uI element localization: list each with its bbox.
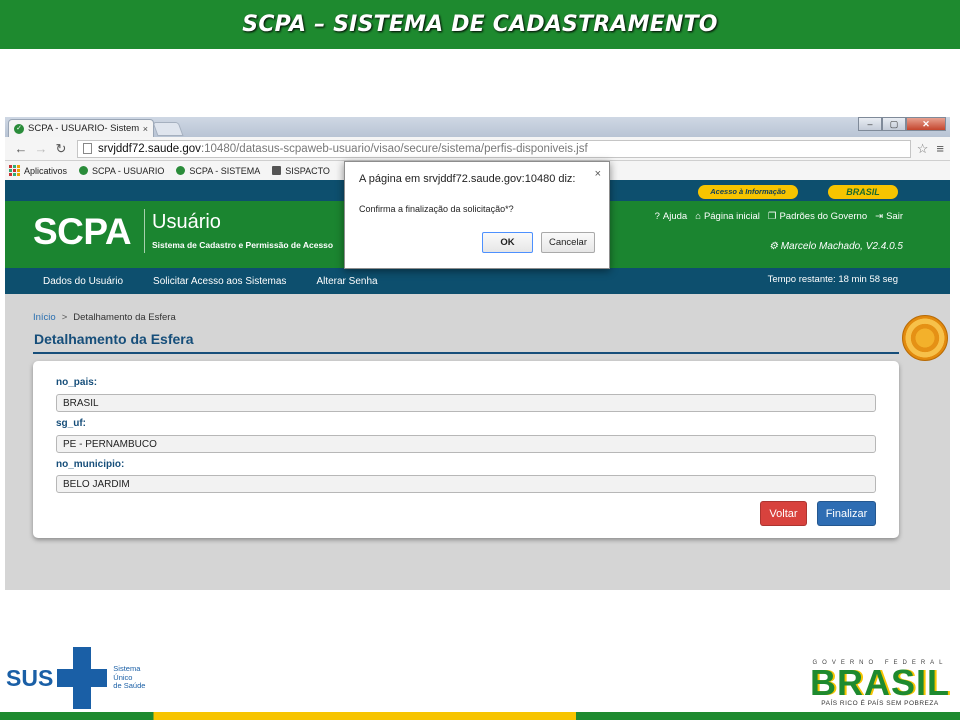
slide-banner: SCPA – SISTEMA DE CADASTRAMENTO: [0, 0, 960, 49]
confirm-dialog: A página em srvjddf72.saude.gov:10480 di…: [344, 161, 610, 269]
session-timer: Tempo restante: 18 min 58 seg: [767, 274, 898, 285]
logout-icon: ⇥: [875, 211, 884, 222]
sus-cross-icon: [57, 647, 108, 709]
governo-federal-logo: GOVERNO FEDERAL BRASIL PAÍS RICO É PAÍS …: [806, 660, 954, 707]
breadcrumb-current: Detalhamento da Esfera: [73, 312, 176, 323]
url-field[interactable]: srvjddf72.saude.gov :10480/datasus-scpaw…: [77, 139, 911, 158]
bookmark-star-icon[interactable]: ☆: [917, 141, 929, 157]
bookmark-favicon-icon: [176, 166, 186, 175]
gov-logo-brasil: BRASIL: [810, 662, 950, 703]
bookmark-sispacto[interactable]: SISPACTO: [272, 166, 330, 176]
nav-change-password[interactable]: Alterar Senha: [316, 276, 377, 287]
back-button[interactable]: Voltar: [760, 501, 807, 526]
municipio-field[interactable]: BELO JARDIM: [56, 475, 876, 493]
forward-arrow-icon[interactable]: →: [31, 141, 51, 156]
dialog-title: A página em srvjddf72.saude.gov:10480 di…: [359, 173, 576, 185]
maximize-icon[interactable]: ▢: [882, 117, 906, 131]
document-icon: ❐: [767, 211, 777, 222]
bookmark-label: Aplicativos: [24, 165, 68, 176]
reload-icon[interactable]: ↻: [51, 141, 71, 157]
gear-icon: ⚙: [768, 241, 781, 252]
standards-link-label: Padrões do Governo: [779, 211, 868, 222]
sus-logo: SUS Sistema Único de Saúde: [6, 647, 145, 709]
help-icon: ?: [654, 211, 660, 222]
field-label-uf: sg_uf:: [56, 418, 86, 429]
breadcrumb-separator: >: [61, 312, 68, 323]
header-links: ? Ajuda ⌂ Página inicial ❐ Padrões do Gover…: [655, 211, 903, 222]
dialog-message: Confirma a finalização da solicitação*?: [359, 204, 514, 214]
help-link-label: Ajuda: [662, 211, 688, 222]
logout-link-label: Sair: [886, 211, 903, 222]
slide-title: SCPA – SISTEMA DE CADASTRAMENTO: [242, 12, 718, 37]
window-close-icon[interactable]: ✕: [906, 117, 946, 131]
sus-sub-line: de Saúde: [113, 681, 146, 691]
bookmark-scpa-usuario[interactable]: SCPA - USUARIO: [79, 166, 164, 176]
access-info-link[interactable]: Acesso à Informação: [698, 185, 798, 199]
logout-link[interactable]: ⇥ Sair: [875, 211, 903, 222]
url-path: :10480/datasus-scpaweb-usuario/visao/sec…: [200, 142, 588, 155]
menu-icon[interactable]: ≡: [936, 141, 944, 156]
bookmark-label: SCPA - USUARIO: [92, 165, 165, 176]
help-link[interactable]: ? Ajuda: [655, 211, 688, 222]
tab-favicon-icon: ✓: [14, 123, 24, 134]
back-arrow-icon[interactable]: ←: [11, 141, 31, 156]
page-icon: [83, 143, 92, 154]
cancel-button[interactable]: Cancelar: [541, 232, 595, 253]
field-label-municipio: no_municipio:: [56, 459, 125, 470]
bookmark-scpa-sistema[interactable]: SCPA - SISTEMA: [176, 166, 260, 176]
bookmark-favicon-icon: [272, 166, 282, 175]
new-tab-button[interactable]: [152, 122, 184, 136]
url-host: srvjddf72.saude.gov: [98, 142, 201, 155]
seal-icon: [902, 315, 948, 361]
browser-tabbar: ✓ SCPA - USUARIO- Sistema × – ▢ ✕: [5, 117, 950, 137]
finish-button[interactable]: Finalizar: [817, 501, 876, 526]
app-subtitle: Usuário: [152, 211, 221, 233]
header-divider: [144, 209, 145, 253]
app-description: Sistema de Cadastro e Permissão de Acess…: [152, 240, 334, 250]
scpa-logo: SCPA: [33, 211, 132, 252]
bookmark-label: SCPA - SISTEMA: [189, 165, 261, 176]
uf-field[interactable]: PE - PERNAMBUCO: [56, 435, 876, 453]
minimize-icon[interactable]: –: [858, 117, 882, 131]
bookmark-favicon-icon: [79, 166, 89, 175]
page-title: Detalhamento da Esfera: [34, 331, 194, 347]
standards-link[interactable]: ❐ Padrões do Governo: [768, 211, 867, 222]
nav-user-data[interactable]: Dados do Usuário: [43, 276, 123, 287]
bookmark-apps[interactable]: Aplicativos: [9, 165, 67, 176]
breadcrumb-home[interactable]: Início: [33, 312, 56, 323]
dialog-close-icon[interactable]: ×: [595, 168, 601, 180]
tab-close-icon[interactable]: ×: [143, 124, 148, 134]
browser-screenshot: ✓ SCPA - USUARIO- Sistema × – ▢ ✕ ← → ↻ …: [5, 117, 950, 590]
bottom-color-strip: [0, 712, 960, 720]
detail-card: no_pais: BRASIL sg_uf: PE - PERNAMBUCO n…: [33, 361, 899, 538]
slide: SCPA – SISTEMA DE CADASTRAMENTO ✓ SCPA -…: [0, 0, 960, 720]
address-bar: ← → ↻ srvjddf72.saude.gov :10480/datasus…: [5, 137, 950, 161]
ok-button[interactable]: OK: [482, 232, 533, 253]
user-name: Marcelo Machado, V2.4.0.5: [780, 241, 903, 252]
field-label-pais: no_pais:: [56, 377, 98, 388]
bookmark-label: SISPACTO: [285, 165, 330, 176]
user-info: ⚙ Marcelo Machado, V2.4.0.5: [769, 241, 903, 252]
home-link[interactable]: ⌂ Página inicial: [695, 211, 760, 222]
gov-logo-tagline: PAÍS RICO É PAÍS SEM POBREZA: [821, 700, 939, 707]
home-icon: ⌂: [695, 211, 701, 222]
breadcrumb: Início > Detalhamento da Esfera: [33, 312, 176, 323]
pais-field[interactable]: BRASIL: [56, 394, 876, 412]
home-link-label: Página inicial: [703, 211, 760, 222]
title-divider: [33, 352, 899, 354]
sus-logo-text: SUS: [6, 664, 54, 691]
apps-grid-icon: [9, 165, 20, 176]
window-controls: – ▢ ✕: [858, 117, 946, 131]
sus-subtitle: Sistema Único de Saúde: [113, 665, 145, 691]
tab-label: SCPA - USUARIO- Sistema: [28, 123, 139, 134]
browser-tab[interactable]: ✓ SCPA - USUARIO- Sistema ×: [8, 119, 154, 137]
brasil-link[interactable]: BRASIL: [828, 185, 898, 199]
nav-request-access[interactable]: Solicitar Acesso aos Sistemas: [153, 276, 286, 287]
main-navbar: Dados do Usuário Solicitar Acesso aos Si…: [5, 268, 950, 294]
